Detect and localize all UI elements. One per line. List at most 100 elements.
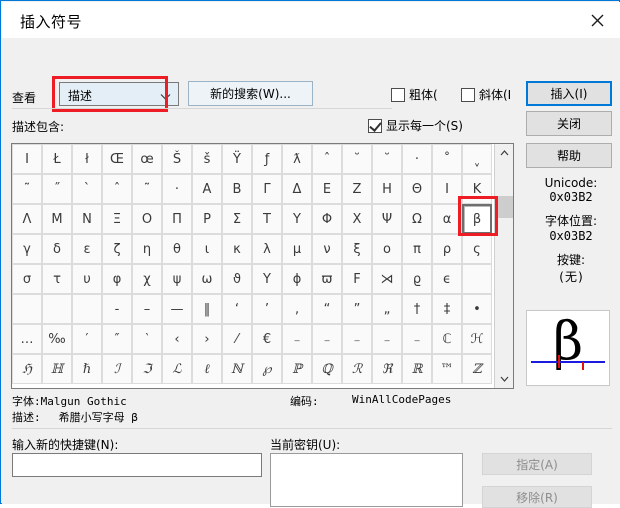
character-cell[interactable]: ϱ [402, 264, 432, 294]
character-cell[interactable]: μ [282, 234, 312, 264]
character-cell[interactable]: — [162, 294, 192, 324]
character-cell[interactable]: „ [372, 294, 402, 324]
character-cell[interactable]: Τ [252, 204, 282, 234]
character-cell[interactable]: Ε [312, 174, 342, 204]
character-cell[interactable]: ℏ [72, 354, 102, 384]
character-cell[interactable]: ˋ [72, 174, 102, 204]
character-cell[interactable]: Π [162, 204, 192, 234]
character-cell[interactable]: ρ [432, 234, 462, 264]
character-cell[interactable]: ℋ [462, 324, 492, 354]
character-cell[interactable]: ‘ [222, 294, 252, 324]
character-cell[interactable]: ⋊ [372, 264, 402, 294]
character-cell[interactable]: Φ [312, 204, 342, 234]
character-cell[interactable]: θ [162, 234, 192, 264]
character-cell[interactable]: • [462, 294, 492, 324]
character-cell[interactable]: ‚ [282, 294, 312, 324]
character-cell[interactable]: Χ [342, 204, 372, 234]
character-cell[interactable]: ℕ [222, 354, 252, 384]
scrollbar-thumb[interactable] [496, 196, 513, 218]
insert-button[interactable]: 插入(I) [526, 81, 612, 106]
character-cell[interactable]: ˝ [42, 174, 72, 204]
character-cell[interactable]: ‡ [432, 294, 462, 324]
bold-checkbox[interactable]: 粗体( [391, 86, 451, 104]
character-cell[interactable]: ℜ [372, 354, 402, 384]
character-cell[interactable]: γ [12, 234, 42, 264]
character-cell[interactable]: ℘ [252, 354, 282, 384]
character-cell[interactable]: ƛ [282, 144, 312, 174]
character-cell[interactable]: Ł [42, 144, 72, 174]
new-shortcut-input[interactable] [12, 453, 262, 477]
character-cell[interactable] [12, 294, 42, 324]
character-cell[interactable]: ™ [432, 354, 462, 384]
character-cell[interactable]: ″ [102, 324, 132, 354]
grid-scrollbar[interactable] [494, 144, 513, 388]
character-cell[interactable]: ₋ [402, 324, 432, 354]
character-cell[interactable]: … [12, 324, 42, 354]
view-dropdown[interactable]: 描述 [59, 82, 179, 106]
character-cell[interactable]: · [162, 174, 192, 204]
show-all-checkbox[interactable]: 显示每一个(S) [368, 117, 508, 135]
character-cell[interactable]: ι [192, 234, 222, 264]
character-cell[interactable]: ℤ [462, 354, 492, 384]
character-cell[interactable]: ˚ [432, 144, 462, 174]
character-cell[interactable]: υ [72, 264, 102, 294]
character-cell[interactable]: ₋ [372, 324, 402, 354]
character-cell[interactable]: Η [372, 174, 402, 204]
character-cell[interactable]: Ρ [192, 204, 222, 234]
chevron-down-icon[interactable] [495, 370, 514, 388]
character-cell[interactable]: ℐ [102, 354, 132, 384]
character-cell[interactable]: ƒ [252, 144, 282, 174]
character-cell[interactable]: Λ [12, 204, 42, 234]
character-grid[interactable]: IŁłŒœŠšŸƒƛˆ˘˘·˚ˬ˜˝ˋˆ˜·ΑΒΓΔΕΖΗΘΙΚΛΜΝΞΟΠΡΣ… [12, 144, 494, 388]
character-cell[interactable]: ψ [162, 264, 192, 294]
character-cell[interactable]: ℍ [42, 354, 72, 384]
character-cell[interactable]: ℒ [162, 354, 192, 384]
character-cell[interactable]: Œ [102, 144, 132, 174]
character-cell[interactable]: š [192, 144, 222, 174]
character-cell[interactable]: ₋ [312, 324, 342, 354]
character-cell[interactable]: β [462, 204, 492, 234]
character-cell[interactable]: λ [252, 234, 282, 264]
close-dialog-button[interactable]: 关闭 [526, 111, 612, 136]
character-cell[interactable]: ₋ [342, 324, 372, 354]
character-cell[interactable]: ℑ [132, 354, 162, 384]
assign-button[interactable]: 指定(A) [482, 453, 592, 475]
character-cell[interactable]: ℌ [12, 354, 42, 384]
character-cell[interactable]: ˘ [342, 144, 372, 174]
italic-checkbox[interactable]: 斜体(I [461, 86, 513, 104]
character-cell[interactable]: η [132, 234, 162, 264]
character-cell[interactable]: α [432, 204, 462, 234]
character-cell[interactable] [462, 264, 492, 294]
help-button[interactable]: 帮助 [526, 143, 612, 168]
character-cell[interactable]: Θ [402, 174, 432, 204]
character-cell[interactable]: ℙ [282, 354, 312, 384]
character-cell[interactable]: Υ [252, 264, 282, 294]
remove-button[interactable]: 移除(R) [482, 486, 592, 508]
character-cell[interactable]: › [192, 324, 222, 354]
character-cell[interactable]: ℂ [432, 324, 462, 354]
character-cell[interactable]: ω [192, 264, 222, 294]
character-cell[interactable]: Ÿ [222, 144, 252, 174]
character-cell[interactable]: ς [462, 234, 492, 264]
character-cell[interactable]: Ψ [372, 204, 402, 234]
character-cell[interactable]: ℚ [312, 354, 342, 384]
character-cell[interactable]: F [342, 264, 372, 294]
character-cell[interactable]: ˜ [12, 174, 42, 204]
character-cell[interactable]: ‐ [102, 294, 132, 324]
character-cell[interactable]: ‵ [132, 324, 162, 354]
character-cell[interactable]: Δ [282, 174, 312, 204]
character-cell[interactable]: ℝ [402, 354, 432, 384]
character-cell[interactable]: ℓ [192, 354, 222, 384]
character-cell[interactable]: ϖ [312, 264, 342, 294]
character-cell[interactable]: ϕ [282, 264, 312, 294]
character-cell[interactable]: † [402, 294, 432, 324]
character-cell[interactable]: ϵ [432, 264, 462, 294]
chevron-up-icon[interactable] [495, 144, 514, 162]
character-cell[interactable]: ξ [342, 234, 372, 264]
current-key-list[interactable] [270, 453, 463, 507]
character-cell[interactable]: ˜ [132, 174, 162, 204]
character-cell[interactable]: τ [42, 264, 72, 294]
character-cell[interactable]: Ν [72, 204, 102, 234]
character-cell[interactable]: ο [372, 234, 402, 264]
character-cell[interactable]: – [132, 294, 162, 324]
